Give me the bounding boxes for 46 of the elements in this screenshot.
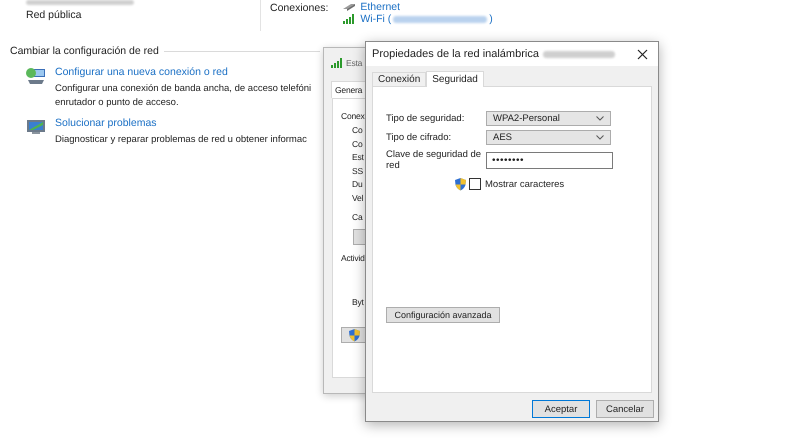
section-label: Activid — [341, 253, 365, 264]
shield-icon — [454, 177, 467, 191]
chevron-down-icon — [596, 135, 604, 140]
field-label: Tipo de seguridad: — [386, 113, 466, 124]
field-label: Clave de seguridad de red — [386, 149, 482, 171]
network-setup-icon — [25, 66, 47, 86]
dialog-title: Esta — [346, 58, 362, 68]
dropdown[interactable]: AES — [486, 130, 611, 145]
connection-link-suffix: ) — [489, 13, 493, 25]
section-heading: Cambiar la configuración de red — [10, 45, 159, 57]
signal-bars-icon — [342, 14, 356, 24]
field-label: Tipo de cifrado: — [386, 132, 452, 143]
task-description: Diagnosticar y reparar problemas de red u obtener informac — [55, 134, 307, 145]
network-type: Red pública — [26, 9, 82, 21]
field-label: SS — [352, 166, 363, 178]
section-label: Conex — [341, 111, 365, 121]
field-label: Byt — [352, 297, 364, 310]
cable-icon — [342, 2, 356, 12]
ok-button[interactable]: Aceptar — [532, 400, 590, 418]
field-label: Ca — [352, 212, 362, 224]
field-label: Co — [352, 138, 362, 151]
dropdown[interactable]: WPA2-Personal — [486, 111, 611, 126]
dialog-title: Propiedades de la red inalámbrica — [372, 48, 539, 60]
field-label: Co — [352, 125, 362, 137]
shield-icon — [348, 328, 361, 342]
cancel-button[interactable]: Cancelar — [596, 400, 654, 418]
task-link[interactable]: Configurar una nueva conexión o red — [55, 66, 312, 78]
checkbox[interactable] — [469, 178, 481, 190]
connection-link[interactable]: Wi-Fi ( — [360, 13, 392, 25]
dialog-tab[interactable]: Conexión — [372, 72, 426, 86]
task-description: enrutador o punto de acceso. — [55, 97, 180, 108]
connection-link[interactable]: Ethernet — [360, 1, 400, 13]
monitor-icon — [25, 117, 47, 137]
field-label: Du — [352, 179, 362, 192]
dialog-tab[interactable]: Seguridad — [426, 71, 484, 87]
task-description: Configurar una conexión de banda ancha, de acceso telefóni — [55, 83, 312, 94]
checkbox-label: Mostrar caracteres — [485, 178, 564, 190]
field-label: Est — [352, 152, 364, 164]
password-field[interactable]: •••••••• — [486, 152, 613, 168]
connections-label: Conexiones: — [270, 1, 328, 16]
advanced-settings-button[interactable]: Configuración avanzada — [386, 307, 500, 323]
task-link[interactable]: Solucionar problemas — [55, 117, 307, 129]
chevron-down-icon — [596, 116, 604, 121]
close-icon[interactable] — [637, 48, 648, 60]
field-label: Vel — [352, 192, 364, 205]
signal-bars-icon — [330, 58, 344, 68]
